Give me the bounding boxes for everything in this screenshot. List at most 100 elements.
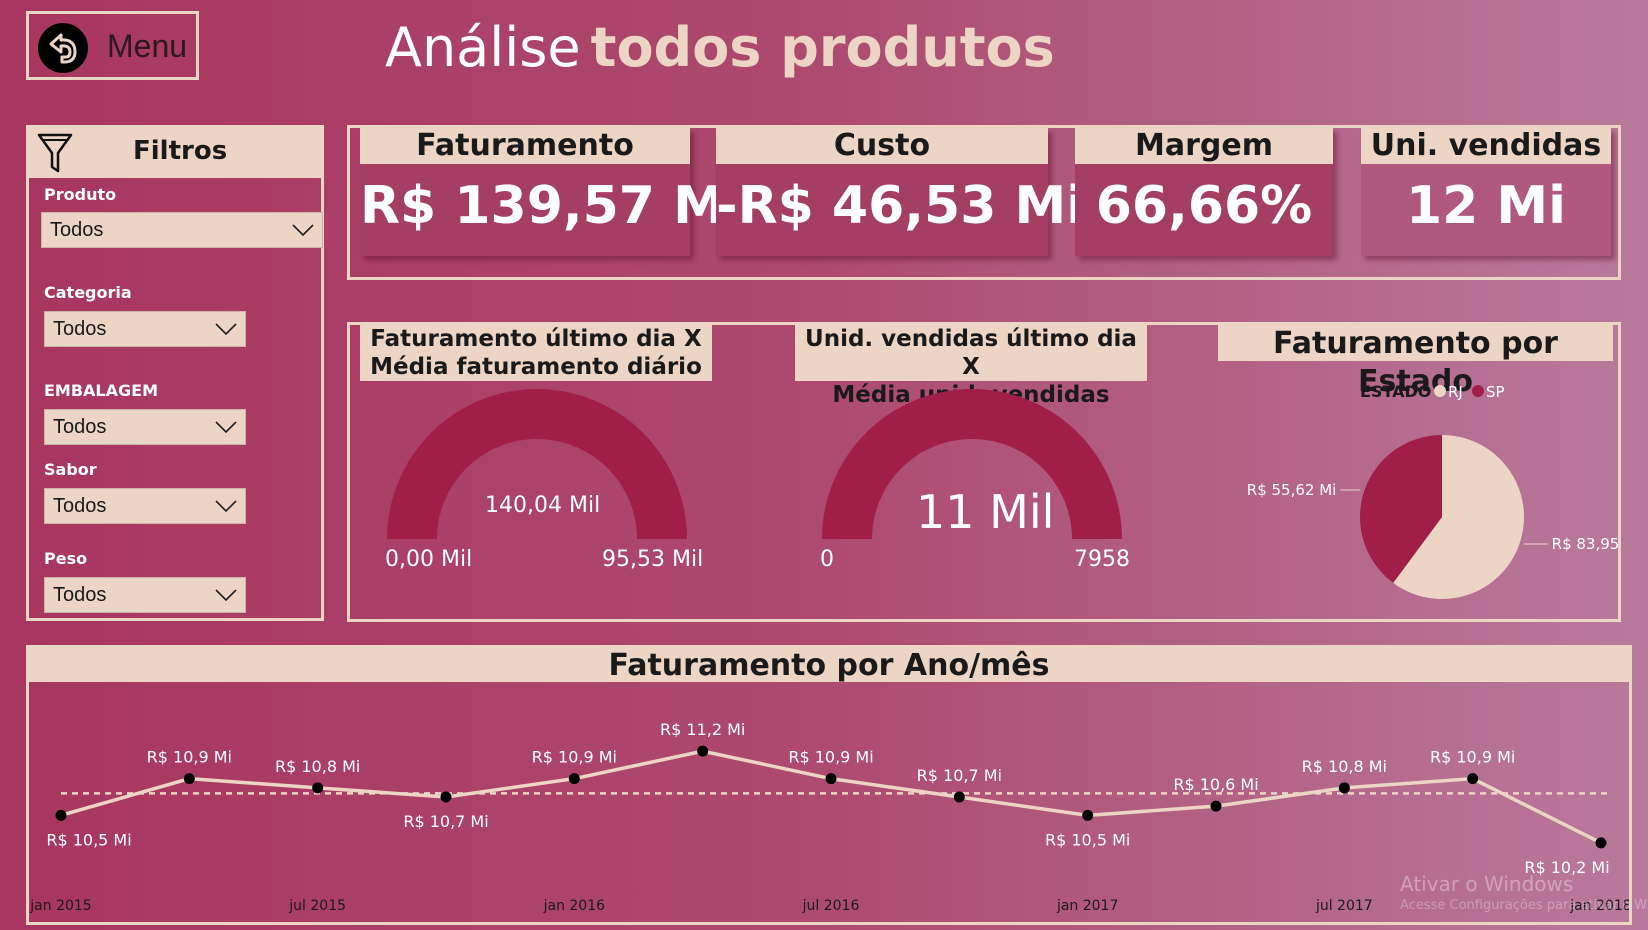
data-point[interactable] [1467, 773, 1479, 785]
data-label: R$ 10,9 Mi [147, 748, 232, 767]
gauges-panel: Faturamento último dia X Média faturamen… [347, 322, 1621, 622]
pie-data-label: R$ 55,62 Mi [1247, 481, 1337, 499]
data-label: R$ 10,8 Mi [275, 757, 360, 776]
funnel-icon [37, 133, 73, 173]
data-point[interactable] [1082, 809, 1094, 821]
page-title: Análise todos produtos [385, 16, 1055, 79]
watermark-subtitle: Acesse Configurações para ativar o W [1400, 898, 1648, 913]
filter-label-produto: Produto [44, 185, 117, 204]
kpi-value: 66,66% [1095, 176, 1313, 236]
filters-title: Filtros [133, 136, 228, 166]
menu-label: Menu [107, 28, 188, 64]
data-point[interactable] [1338, 782, 1350, 794]
data-label: R$ 10,8 Mi [1302, 757, 1387, 776]
gauge-title-line1: Unid. vendidas último dia X [805, 326, 1137, 380]
data-label: R$ 10,9 Mi [788, 748, 873, 767]
legend-swatch-sp [1472, 385, 1484, 397]
data-point[interactable] [568, 773, 580, 785]
data-label: R$ 11,2 Mi [660, 720, 745, 739]
data-label: R$ 10,7 Mi [403, 812, 488, 831]
data-point[interactable] [697, 745, 709, 757]
filter-value: Todos [53, 318, 107, 340]
kpi-label: Margem [1075, 128, 1333, 164]
page-title-prefix: Análise [385, 16, 581, 79]
filter-label-categoria: Categoria [44, 283, 132, 302]
menu-button[interactable]: Menu [26, 11, 199, 80]
kpi-value: 12 Mi [1405, 176, 1567, 236]
data-label: R$ 10,6 Mi [1173, 775, 1258, 794]
data-label: R$ 10,9 Mi [532, 748, 617, 767]
filter-value: Todos [50, 219, 104, 241]
data-label: R$ 10,5 Mi [1045, 830, 1130, 849]
legend-label-rj: RJ [1448, 383, 1463, 401]
gauge-title-faturamento: Faturamento último dia X Média faturamen… [360, 325, 712, 381]
kpi-card-faturamento: Faturamento R$ 139,57 Mi [360, 128, 743, 256]
gauge-faturamento [387, 389, 687, 539]
filters-header: Filtros [29, 128, 321, 178]
filter-label-peso: Peso [44, 549, 88, 568]
filter-select-sabor[interactable]: Todos [44, 488, 246, 524]
chevron-down-icon [215, 323, 237, 335]
pie-data-label: R$ 83,95 Mi [1552, 535, 1620, 553]
data-point[interactable] [183, 773, 195, 785]
chevron-down-icon [215, 421, 237, 433]
filter-value: Todos [53, 495, 107, 517]
x-tick-label: jan 2015 [29, 898, 91, 914]
line-chart-title: Faturamento por Ano/mês [29, 648, 1629, 683]
data-label: R$ 10,5 Mi [46, 830, 131, 849]
filter-select-categoria[interactable]: Todos [44, 311, 246, 347]
line-chart-panel: Faturamento por Ano/mês R$ 10,5 Mi R$ 10,… [26, 645, 1632, 925]
x-tick-label: jul 2015 [288, 898, 346, 914]
filter-label-embalagem: EMBALAGEM [44, 381, 158, 400]
data-point[interactable] [312, 782, 324, 794]
gauge-max: 95,53 Mil [602, 547, 704, 572]
state-chart-title: Faturamento por Estado [1218, 325, 1613, 399]
x-tick-label: jul 2016 [802, 898, 860, 914]
chevron-down-icon [292, 224, 314, 236]
chevron-down-icon [215, 589, 237, 601]
data-point[interactable] [1595, 837, 1607, 849]
gauge-title-line2: Média faturamento diário [370, 354, 702, 380]
filter-label-sabor: Sabor [44, 460, 97, 479]
state-pie-chart: ESTADO RJ SP R$ 83,95 Mi R$ 55,62 Mi [1247, 382, 1620, 599]
gauge-max: 7958 [1074, 547, 1130, 572]
data-point[interactable] [440, 791, 452, 803]
data-point[interactable] [825, 773, 837, 785]
legend-swatch-rj [1434, 385, 1446, 397]
legend-title: ESTADO [1360, 382, 1431, 401]
data-point[interactable] [953, 791, 965, 803]
data-point[interactable] [55, 809, 67, 821]
x-tick-label: jan 2016 [543, 898, 606, 914]
data-point[interactable] [1210, 800, 1222, 812]
kpi-label: Faturamento [360, 128, 690, 164]
line-chart: R$ 10,5 Mi R$ 10,9 Mi R$ 10,8 Mi R$ 10,7 Mi… [29, 720, 1629, 914]
filter-select-embalagem[interactable]: Todos [44, 409, 246, 445]
kpi-value: R$ 139,57 Mi [360, 176, 743, 236]
page-title-bold: todos produtos [590, 16, 1055, 79]
gauge-min: 0,00 Mil [385, 547, 473, 572]
kpi-card-custo: Custo -R$ 46,53 Mi [716, 128, 1085, 256]
filter-value: Todos [53, 416, 107, 438]
back-arrow-icon [38, 23, 88, 73]
filter-value: Todos [53, 584, 107, 606]
x-tick-label: jul 2017 [1315, 898, 1373, 914]
kpi-label: Uni. vendidas [1361, 128, 1611, 164]
gauge-value: 11 Mil [916, 485, 1055, 539]
kpi-card-margem: Margem 66,66% [1075, 128, 1333, 256]
filter-select-produto[interactable]: Todos [41, 212, 323, 248]
kpi-card-unidades: Uni. vendidas 12 Mi [1361, 128, 1611, 256]
data-label: R$ 10,7 Mi [917, 766, 1002, 785]
x-tick-label: jan 2017 [1056, 898, 1118, 914]
data-label: R$ 10,9 Mi [1430, 748, 1515, 767]
gauge-title-unidades: Unid. vendidas último dia X Média unid. … [795, 325, 1147, 408]
kpi-value: -R$ 46,53 Mi [716, 176, 1085, 236]
chevron-down-icon [215, 500, 237, 512]
gauge-title-line1: Faturamento último dia X [370, 326, 702, 352]
kpi-panel: Faturamento R$ 139,57 Mi Custo -R$ 46,53… [347, 125, 1621, 280]
filters-panel: Filtros Produto Todos Categoria Todos EM… [26, 125, 324, 621]
gauge-value: 140,04 Mil [485, 493, 601, 518]
filter-select-peso[interactable]: Todos [44, 577, 246, 613]
gauge-min: 0 [820, 547, 834, 572]
legend-label-sp: SP [1486, 383, 1505, 401]
watermark-title: Ativar o Windows [1400, 872, 1574, 896]
